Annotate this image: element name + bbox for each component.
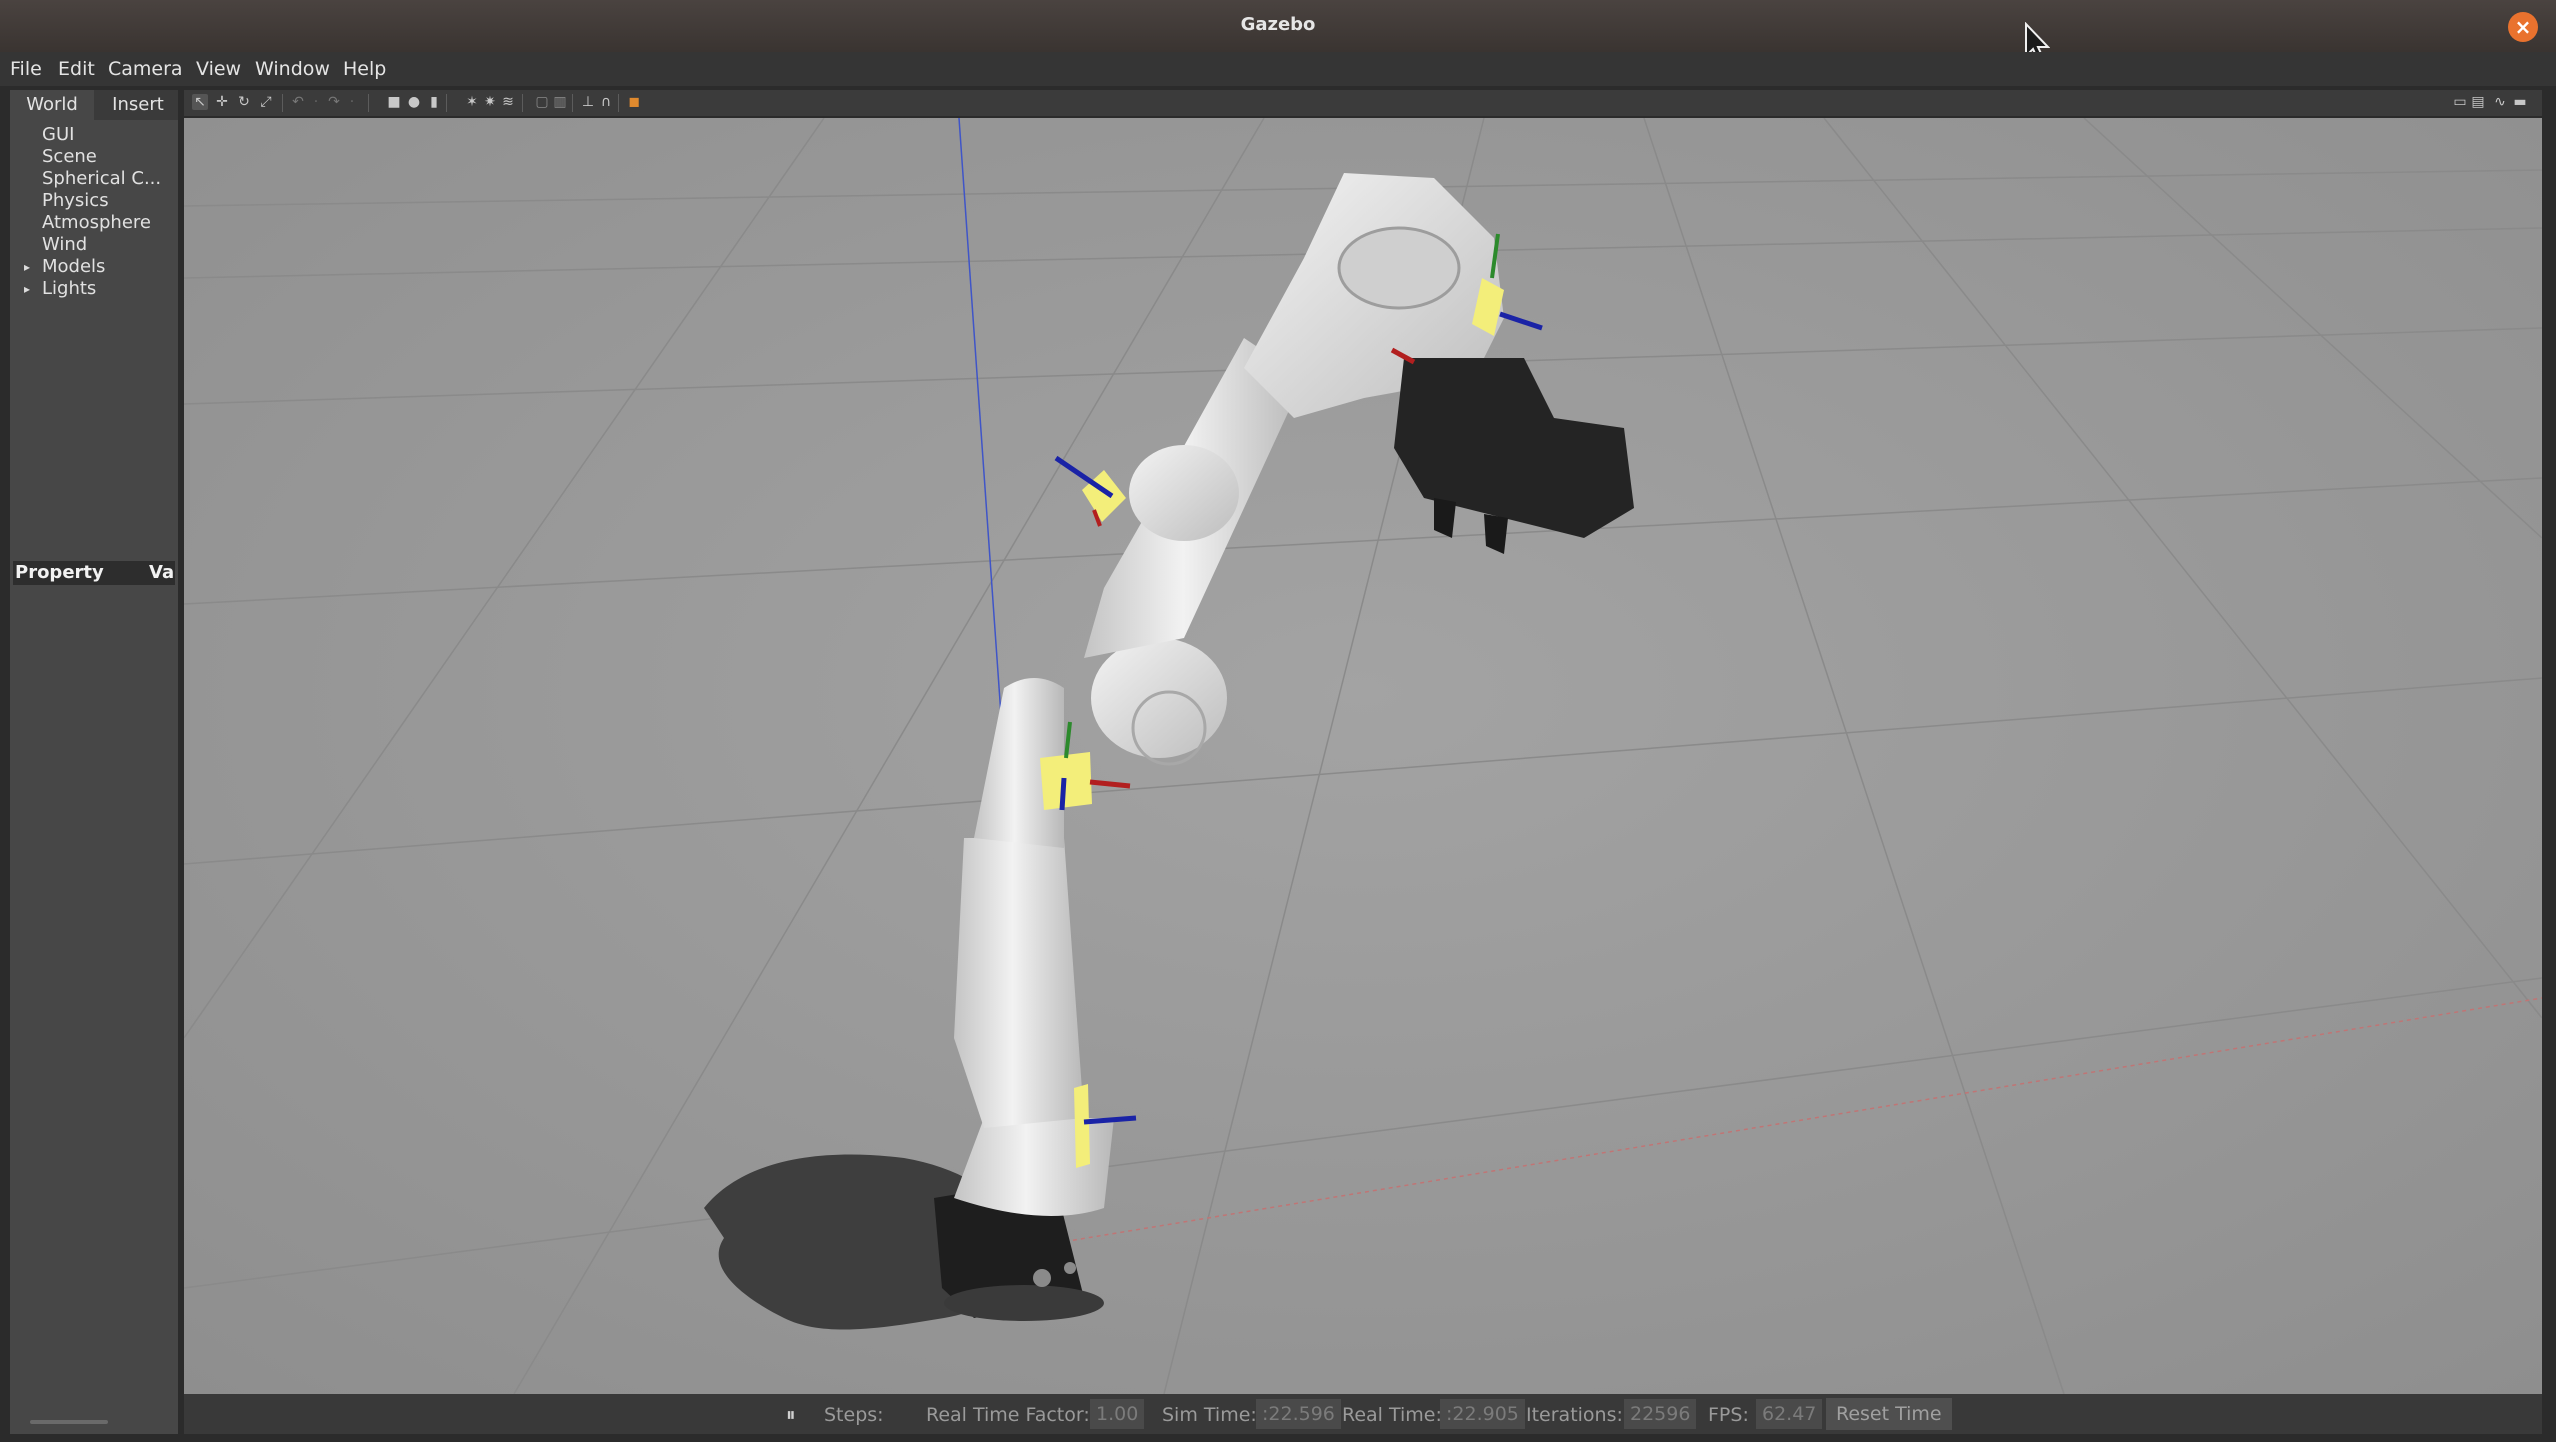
plot-icon[interactable]: ∿ [2492, 94, 2508, 110]
real-time-factor-label: Real Time Factor: [926, 1404, 1090, 1426]
tree-item-models[interactable]: Models [42, 256, 105, 277]
tree-item-wind[interactable]: Wind [42, 234, 87, 255]
tree-item-gui[interactable]: GUI [42, 124, 74, 145]
left-panel: World Insert GUI Scene Spherical C... Ph… [10, 90, 178, 1434]
robot-elbow-joint [1091, 638, 1227, 758]
window-title: Gazebo [1240, 14, 1316, 35]
property-column-header: Property [15, 562, 104, 583]
rotate-icon[interactable]: ↻ [236, 94, 252, 110]
menu-help[interactable]: Help [343, 58, 386, 80]
toolbar-separator [368, 94, 369, 112]
reset-time-button[interactable]: Reset Time [1826, 1398, 1952, 1430]
toolbar-separator [618, 94, 619, 112]
snap-icon[interactable]: ∩ [598, 94, 614, 110]
tree-item-spherical-coordinates[interactable]: Spherical C... [42, 168, 161, 189]
menu-file[interactable]: File [10, 58, 42, 80]
panel-tabs: World Insert [10, 90, 178, 120]
toolbar-separator [572, 94, 573, 112]
translate-icon[interactable]: ✛ [214, 94, 230, 110]
menu-window[interactable]: Window [255, 58, 330, 80]
copy-icon[interactable]: ▢ [534, 94, 550, 110]
sphere-icon[interactable]: ● [406, 94, 422, 110]
value-column-header: Va [149, 562, 175, 583]
select-arrow-icon[interactable]: ↖ [192, 94, 208, 110]
base-connector [1064, 1262, 1076, 1274]
tree-item-physics[interactable]: Physics [42, 190, 109, 211]
tree-item-atmosphere[interactable]: Atmosphere [42, 212, 151, 233]
iterations-label: Iterations: [1526, 1404, 1623, 1426]
real-time-factor-value: 1.00 [1090, 1399, 1145, 1429]
box-icon[interactable]: ■ [386, 94, 402, 110]
fps-label: FPS: [1708, 1404, 1749, 1426]
tab-world[interactable]: World [10, 90, 94, 120]
undo-icon[interactable]: ↶ [290, 94, 306, 110]
scene-viewport[interactable] [184, 118, 2542, 1394]
scene-toolbar: ↖ ✛ ↻ ⤢ ↶ · ↷ · ■ ● ▮ ✶ ✷ ≋ ▢ ▥ ⊥ ∩ ◼ ▭ … [184, 90, 2542, 116]
property-table-header: Property Va [13, 561, 175, 585]
redo-history-icon[interactable]: · [344, 94, 360, 110]
directional-light-icon[interactable]: ≋ [500, 94, 516, 110]
toolbar-separator [446, 94, 447, 112]
scene-render [184, 118, 2542, 1394]
toolbar-separator [282, 94, 283, 112]
iterations-value: 22596 [1624, 1399, 1697, 1429]
log-icon[interactable]: ▤ [2470, 94, 2486, 110]
cylinder-icon[interactable]: ▮ [426, 94, 442, 110]
expand-arrow-icon[interactable]: ▸ [24, 260, 30, 274]
wrist-joint [1337, 226, 1461, 310]
pause-button[interactable]: ⏸ [786, 1404, 796, 1426]
status-bar: ⏸ Steps: Real Time Factor: 1.00 Sim Time… [184, 1394, 2542, 1434]
tree-item-scene[interactable]: Scene [42, 146, 97, 167]
menu-bar: File Edit Camera View Window Help [0, 52, 2556, 86]
screenshot-icon[interactable]: ▭ [2452, 94, 2468, 110]
robot-base-plate [944, 1285, 1104, 1321]
align-icon[interactable]: ⊥ [580, 94, 596, 110]
toolbar-separator [522, 94, 523, 112]
robot-joint-4 [1129, 445, 1239, 541]
joint-marker [1074, 1084, 1090, 1168]
expand-arrow-icon[interactable]: ▸ [24, 282, 30, 296]
window-titlebar: Gazebo × [0, 0, 2556, 52]
close-button[interactable]: × [2508, 12, 2538, 42]
redo-icon[interactable]: ↷ [326, 94, 342, 110]
tree-item-lights[interactable]: Lights [42, 278, 96, 299]
tab-insert[interactable]: Insert [98, 90, 178, 120]
menu-view[interactable]: View [196, 58, 241, 80]
base-connector [1033, 1269, 1051, 1287]
spot-light-icon[interactable]: ✷ [482, 94, 498, 110]
video-icon[interactable]: ▬ [2512, 94, 2528, 110]
menu-edit[interactable]: Edit [58, 58, 95, 80]
menu-camera[interactable]: Camera [108, 58, 183, 80]
axis-z-line [1059, 777, 1067, 811]
fps-value: 62.47 [1756, 1399, 1823, 1429]
real-time-value: :22.905 [1440, 1399, 1525, 1429]
sim-time-value: :22.596 [1256, 1399, 1341, 1429]
sim-time-label: Sim Time: [1162, 1404, 1257, 1426]
change-view-icon[interactable]: ◼ [626, 94, 642, 110]
robot-link-2 [954, 838, 1084, 1128]
scale-icon[interactable]: ⤢ [258, 94, 274, 110]
panel-resize-handle[interactable] [30, 1420, 108, 1424]
steps-label: Steps: [824, 1404, 884, 1426]
point-light-icon[interactable]: ✶ [464, 94, 480, 110]
paste-icon[interactable]: ▥ [552, 94, 568, 110]
real-time-label: Real Time: [1342, 1404, 1442, 1426]
undo-history-icon[interactable]: · [308, 94, 324, 110]
